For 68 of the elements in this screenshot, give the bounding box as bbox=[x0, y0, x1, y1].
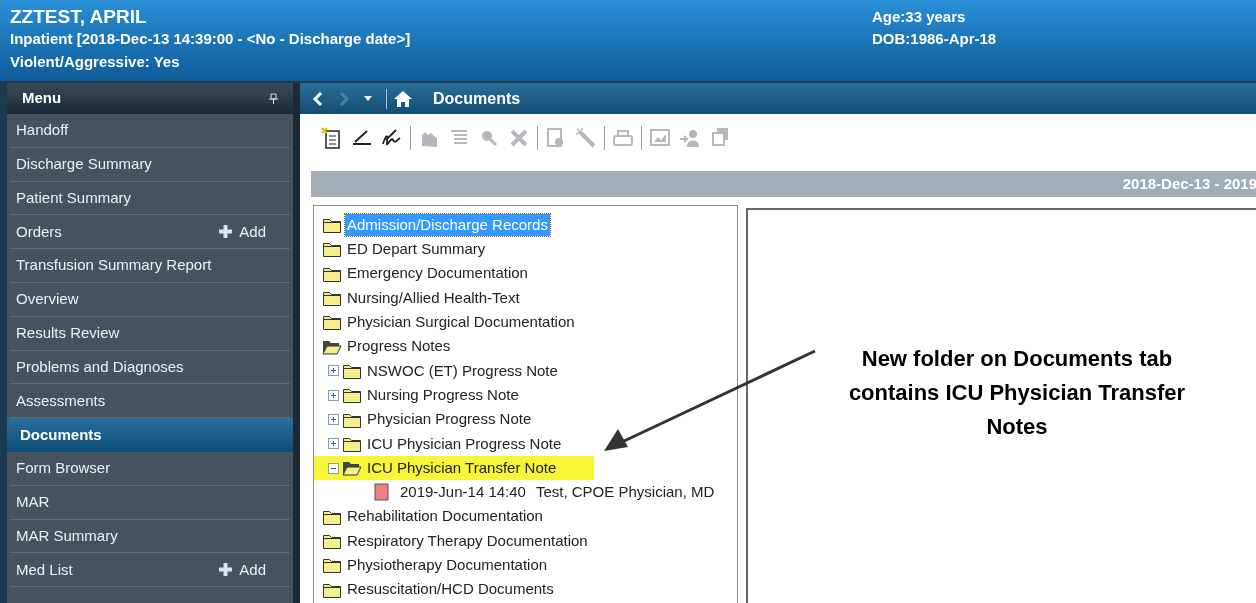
menu-item-label: MAR bbox=[16, 491, 50, 512]
tree-item[interactable]: Progress Notes bbox=[345, 335, 453, 358]
annotation-text: New folder on Documents tab contains ICU Physician Transfer Notes bbox=[847, 345, 1187, 441]
menu-item[interactable]: Problems and Diagnoses bbox=[10, 350, 290, 385]
menu-item[interactable]: MAR Summary bbox=[10, 519, 290, 554]
menu-item[interactable]: Overview bbox=[10, 283, 290, 317]
page-title: Documents bbox=[433, 88, 521, 109]
open-folder-icon bbox=[342, 459, 362, 478]
tree-item[interactable]: Emergency Documentation bbox=[345, 262, 530, 285]
encounter-info: Inpatient [2018-Dec-13 14:39:00 - <No - Discharge date>] bbox=[10, 29, 412, 49]
menu-item[interactable]: Discharge Summary bbox=[10, 147, 290, 182]
tree-item[interactable]: Physician Progress Note bbox=[365, 408, 534, 431]
menu-title: Menu bbox=[22, 88, 62, 109]
tree-item[interactable]: ED Depart Summary bbox=[345, 238, 488, 261]
tree-item[interactable]: Nursing Progress Note bbox=[365, 383, 521, 407]
date-range: 2018-Dec-13 - 2019 bbox=[1122, 173, 1256, 194]
back-icon[interactable] bbox=[312, 90, 324, 107]
menu-item-label: Documents bbox=[20, 424, 102, 445]
document-date[interactable]: 2019-Jun-14 14:40 bbox=[400, 481, 526, 504]
menu-item-label: Orders bbox=[16, 221, 62, 242]
pin-icon[interactable] bbox=[269, 93, 278, 104]
menu-item[interactable]: Form Browser bbox=[10, 451, 290, 486]
plus-icon bbox=[218, 562, 234, 578]
menu-item[interactable]: Med List Add bbox=[10, 553, 290, 588]
tree-item[interactable]: NSWOC (ET) Progress Note bbox=[365, 359, 560, 383]
menu-item-label: Overview bbox=[16, 289, 79, 310]
patient-age: Age:33 years bbox=[872, 7, 967, 27]
menu-item[interactable]: Documents bbox=[7, 418, 293, 452]
collapse-icon[interactable] bbox=[328, 462, 339, 474]
menu-item[interactable]: MAR bbox=[10, 485, 290, 520]
menu-item-label: Handoff bbox=[16, 120, 69, 141]
patient-name: ZZTEST, APRIL bbox=[10, 6, 148, 28]
menu-item[interactable]: Orders Add bbox=[10, 215, 290, 250]
caret-icon[interactable] bbox=[364, 96, 372, 101]
home-icon[interactable] bbox=[393, 89, 413, 108]
tree-item[interactable]: Physician Surgical Documentation bbox=[345, 311, 577, 334]
tree-item[interactable]: Resuscitation/HCD Documents bbox=[345, 578, 556, 601]
document-icon bbox=[374, 483, 390, 502]
menu-item-label: Results Review bbox=[16, 322, 120, 343]
menu-item-label: Med List bbox=[16, 559, 73, 580]
patient-dob: DOB:1986-Apr-18 bbox=[872, 29, 997, 49]
plus-icon bbox=[218, 224, 234, 240]
expand-icon[interactable] bbox=[328, 438, 339, 450]
tree-item[interactable]: ICU Physician Transfer Note bbox=[365, 456, 559, 480]
tree-item[interactable]: Respiratory Therapy Documentation bbox=[345, 529, 590, 553]
tree-item[interactable]: Physiotherapy Documentation bbox=[345, 554, 550, 577]
expand-icon[interactable] bbox=[328, 365, 339, 377]
menu-item-label: Form Browser bbox=[16, 458, 111, 479]
menu-item[interactable]: Handoff bbox=[10, 114, 290, 148]
expand-icon[interactable] bbox=[328, 414, 339, 425]
add-link[interactable]: Add bbox=[218, 220, 266, 244]
menu-item-label: Patient Summary bbox=[16, 187, 132, 208]
menu-item-label: Problems and Diagnoses bbox=[16, 356, 184, 377]
expand-icon[interactable] bbox=[328, 389, 339, 401]
menu-item[interactable]: Transfusion Summary Report bbox=[10, 249, 290, 283]
menu-item[interactable]: Results Review bbox=[10, 316, 290, 351]
menu-item-label: Discharge Summary bbox=[16, 153, 152, 174]
menu-item-label: Assessments bbox=[16, 390, 106, 411]
menu-item[interactable]: Patient Summary bbox=[10, 181, 290, 216]
tree-item[interactable]: Nursing/Allied Health-Text bbox=[345, 286, 522, 310]
tree-item[interactable]: ICU Physician Progress Note bbox=[365, 432, 564, 456]
tree-item[interactable]: Rehabilitation Documentation bbox=[345, 505, 545, 528]
menu-item-label: Transfusion Summary Report bbox=[16, 255, 212, 276]
document-author[interactable]: Test, CPOE Physician, MD bbox=[535, 481, 715, 504]
folder-icon bbox=[342, 386, 362, 405]
add-link[interactable]: Add bbox=[218, 558, 266, 581]
warning-text: Violent/Aggressive: Yes bbox=[10, 52, 181, 72]
menu-item-label: MAR Summary bbox=[16, 525, 118, 546]
